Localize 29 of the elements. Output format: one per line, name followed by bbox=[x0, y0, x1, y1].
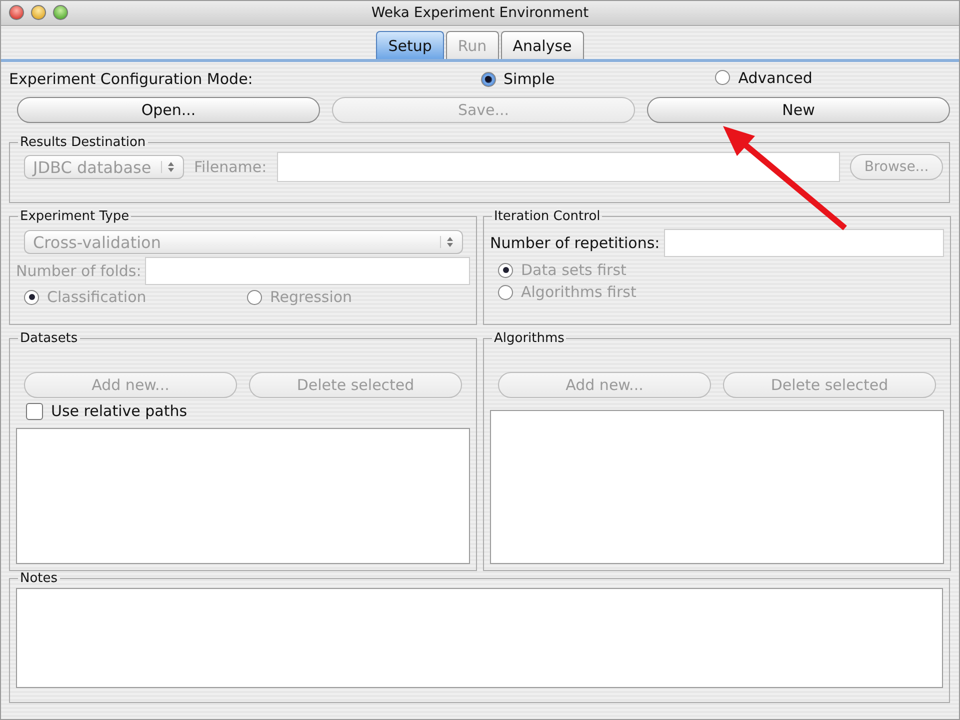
algorithms-list[interactable] bbox=[490, 410, 944, 564]
folds-label: Number of folds: bbox=[16, 262, 142, 280]
notes-field[interactable] bbox=[16, 588, 943, 688]
filename-field[interactable] bbox=[276, 152, 840, 182]
updown-icon bbox=[440, 236, 454, 248]
repetitions-field[interactable] bbox=[664, 229, 944, 257]
updown-icon bbox=[161, 161, 175, 173]
group-title: Experiment Type bbox=[19, 209, 130, 224]
filename-label: Filename: bbox=[194, 158, 267, 176]
mode-label: Experiment Configuration Mode: bbox=[9, 70, 254, 88]
group-title: Iteration Control bbox=[493, 209, 602, 224]
zoom-icon[interactable] bbox=[53, 5, 68, 20]
push-button[interactable]: Open... bbox=[17, 97, 320, 123]
group-title: Algorithms bbox=[493, 331, 566, 346]
minimize-icon[interactable] bbox=[31, 5, 46, 20]
group-title: Results Destination bbox=[19, 135, 147, 150]
radio-option[interactable]: Simple bbox=[480, 70, 555, 88]
group-title: Notes bbox=[19, 571, 59, 586]
window-title: Weka Experiment Environment bbox=[371, 5, 589, 21]
group-title: Datasets bbox=[19, 331, 79, 346]
relative-paths-checkbox[interactable]: Use relative paths bbox=[26, 402, 188, 420]
folds-field[interactable] bbox=[145, 257, 470, 285]
radio-option[interactable]: Advanced bbox=[715, 68, 812, 87]
repetitions-label: Number of repetitions: bbox=[490, 234, 660, 252]
datasets-list[interactable] bbox=[16, 428, 470, 564]
close-icon[interactable] bbox=[9, 5, 24, 20]
push-button[interactable]: New bbox=[647, 97, 950, 123]
tab[interactable]: Setup bbox=[376, 31, 444, 59]
tab[interactable]: Analyse bbox=[500, 31, 584, 59]
